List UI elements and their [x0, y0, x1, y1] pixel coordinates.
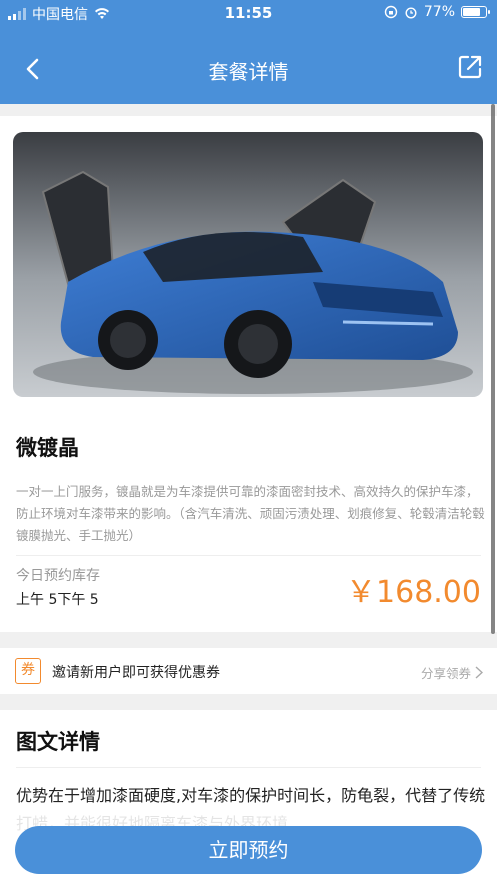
scrollbar[interactable]: [491, 104, 495, 634]
lock-rotation-icon: [384, 5, 398, 19]
coupon-text: 邀请新用户即可获得优惠券: [52, 665, 220, 681]
divider: [16, 767, 481, 768]
product-name: 微镀晶: [16, 436, 79, 460]
share-coupon-link[interactable]: 分享领券: [421, 663, 483, 682]
price: ￥168.00: [346, 575, 481, 610]
stock-label: 今日预约库存: [16, 568, 100, 584]
book-now-button[interactable]: 立即预约: [15, 826, 482, 874]
stock-value: 上午 5下午 5: [16, 592, 99, 608]
detail-title: 图文详情: [16, 730, 100, 754]
share-external-icon[interactable]: [455, 52, 485, 82]
product-image: [13, 132, 483, 397]
battery-percent: 77%: [423, 4, 455, 20]
coupon-icon: 券: [15, 658, 41, 684]
status-bar: 中国电信 11:55 77%: [0, 0, 497, 26]
chevron-right-icon: [475, 666, 483, 679]
battery-icon: [461, 6, 490, 18]
page-title: 套餐详情: [208, 60, 289, 84]
alarm-icon: [405, 7, 417, 19]
product-description: 一对一上门服务，镀晶就是为车漆提供可靠的漆面密封技术、高效持久的保护车漆，防止环…: [16, 484, 485, 543]
share-coupon-label: 分享领券: [420, 666, 471, 681]
divider: [16, 555, 481, 556]
nav-bar: 套餐详情: [0, 40, 497, 100]
